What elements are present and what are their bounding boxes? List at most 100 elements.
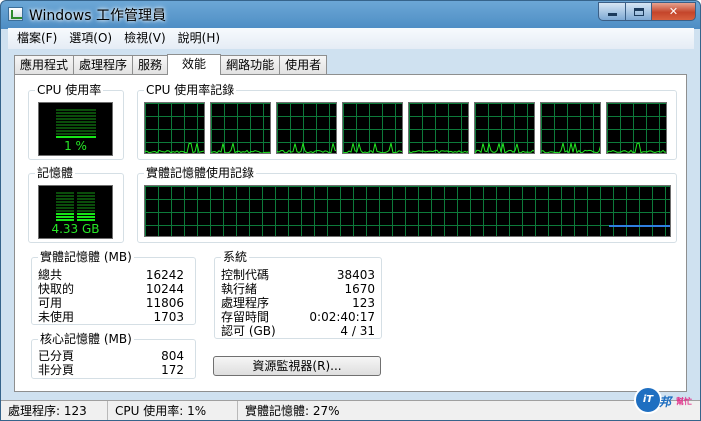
stat-value: 123 (352, 296, 375, 310)
title-bar[interactable]: Windows 工作管理員 ✕ (1, 1, 700, 28)
stat-row-processes: 處理程序 123 (221, 296, 375, 310)
menu-help[interactable]: 說明(H) (172, 29, 226, 48)
cpu-core-line (475, 141, 534, 153)
stat-label: 執行緒 (221, 282, 258, 296)
stat-label: 總共 (38, 268, 63, 282)
cpu-core-history-graph (474, 102, 535, 154)
stat-value: 1703 (153, 310, 184, 324)
maximize-button[interactable] (626, 2, 652, 21)
cpu-core-history-line (541, 142, 600, 153)
cpu-core-history-graph (408, 102, 469, 154)
memory-meter: 4.33 GB (38, 185, 113, 239)
stat-label: 快取的 (38, 282, 75, 296)
stat-label: 可用 (38, 296, 63, 310)
menu-options[interactable]: 選項(O) (63, 29, 118, 48)
cpu-core-line (409, 149, 468, 153)
stat-label: 認可 (GB) (221, 324, 276, 338)
cpu-core-history-line (277, 141, 336, 153)
cpu-core-history-graph (540, 102, 601, 154)
stat-value: 11806 (145, 296, 184, 310)
stat-row-handles: 控制代碼 38403 (221, 268, 375, 282)
tab-processes[interactable]: 處理程序 (73, 55, 134, 74)
memory-group: 記憶體 4.33 GB (28, 166, 124, 243)
tab-applications[interactable]: 應用程式 (14, 55, 75, 74)
cpu-core-history-line (211, 143, 270, 153)
cpu-core-history-line (607, 142, 666, 153)
kernel-memory-title: 核心記憶體 (MB) (38, 332, 134, 346)
minimize-icon (607, 13, 617, 16)
cpu-core-history-graph (210, 102, 271, 154)
memory-title: 記憶體 (35, 166, 76, 180)
cpu-meter-bars (56, 109, 96, 139)
stat-label: 處理程序 (221, 296, 270, 310)
ithome-watermark-logo: iT 邦 幫忙 (634, 384, 696, 414)
watermark-sub: 幫忙 (676, 397, 692, 406)
tab-networking[interactable]: 網路功能 (220, 55, 281, 74)
cpu-core-history-line (409, 149, 468, 153)
memory-history-group: 實體記憶體使用記錄 (137, 166, 677, 243)
cpu-history-group: CPU 使用率記錄 (137, 83, 677, 160)
cpu-usage-title: CPU 使用率 (35, 83, 104, 97)
stat-value: 38403 (336, 268, 375, 282)
stat-value: 804 (161, 349, 184, 363)
cpu-usage-value: 1 % (64, 139, 87, 153)
stat-label: 控制代碼 (221, 268, 270, 282)
stat-label: 存留時間 (221, 310, 270, 324)
stat-label: 未使用 (38, 310, 75, 324)
task-manager-window: Windows 工作管理員 ✕ 檔案(F) 選項(O) 檢視(V) 說明(H) … (0, 0, 701, 421)
memory-value: 4.33 GB (51, 222, 100, 236)
stat-value: 1670 (344, 282, 375, 296)
memory-meter-bars-left (56, 192, 74, 222)
cpu-core-history-graph (144, 102, 205, 154)
status-cpu: CPU 使用率: 1% (108, 400, 238, 420)
menu-view[interactable]: 檢視(V) (118, 29, 172, 48)
status-memory: 實體記憶體: 27% (245, 403, 340, 418)
cpu-usage-group: CPU 使用率 1 % (28, 83, 124, 160)
close-button[interactable]: ✕ (652, 2, 696, 21)
cpu-core-history-graph (276, 102, 337, 154)
system-title: 系統 (221, 250, 250, 264)
stat-value: 4 / 31 (340, 324, 375, 338)
stat-row-total: 總共 16242 (38, 268, 184, 282)
window-title: Windows 工作管理員 (29, 8, 166, 24)
window-controls: ✕ (598, 2, 696, 21)
stat-row-nonpaged: 非分頁 172 (38, 363, 184, 377)
cpu-usage-meter: 1 % (38, 102, 113, 156)
kernel-memory-group: 核心記憶體 (MB) 已分頁 804 非分頁 172 (31, 332, 196, 379)
cpu-history-title: CPU 使用率記錄 (144, 83, 237, 97)
stat-label: 已分頁 (38, 349, 75, 363)
physical-memory-group: 實體記憶體 (MB) 總共 16242 快取的 10244 可用 11806 未… (31, 250, 196, 325)
cpu-core-history-graph (606, 102, 667, 154)
status-bar: 處理程序: 123 CPU 使用率: 1% 實體記憶體: 27% (1, 400, 700, 420)
cpu-core-line (607, 142, 666, 153)
tab-services[interactable]: 服務 (132, 55, 169, 74)
stat-row-paged: 已分頁 804 (38, 349, 184, 363)
cpu-core-line (145, 142, 204, 153)
stat-row-free: 未使用 1703 (38, 310, 184, 324)
cpu-core-line (541, 142, 600, 153)
task-manager-app-icon (8, 7, 23, 21)
memory-meter-fill-right (77, 213, 95, 222)
stat-label: 非分頁 (38, 363, 75, 377)
stat-value: 10244 (145, 282, 184, 296)
cpu-core-history-line (145, 142, 204, 153)
stat-row-commit: 認可 (GB) 4 / 31 (221, 324, 375, 338)
maximize-icon (633, 7, 644, 16)
menu-file[interactable]: 檔案(F) (11, 29, 63, 48)
minimize-button[interactable] (598, 2, 626, 21)
performance-page: CPU 使用率 1 % CPU 使用率記錄 記憶體 4.33 GB 實體記憶體使… (14, 74, 687, 392)
tab-strip: 應用程式 處理程序 服務 效能 網路功能 使用者 (14, 54, 328, 75)
tab-performance[interactable]: 效能 (167, 54, 222, 75)
cpu-core-history-line (343, 141, 402, 153)
status-processes: 處理程序: 123 (1, 400, 108, 420)
menu-bar: 檔案(F) 選項(O) 檢視(V) 說明(H) (8, 28, 694, 49)
cpu-core-history-line (475, 141, 534, 153)
close-icon: ✕ (668, 5, 679, 18)
physical-memory-title: 實體記憶體 (MB) (38, 250, 134, 264)
tab-users[interactable]: 使用者 (279, 55, 328, 74)
stat-row-available: 可用 11806 (38, 296, 184, 310)
cpu-core-line (343, 141, 402, 153)
resource-monitor-button[interactable]: 資源監視器(R)... (213, 356, 381, 376)
stat-value: 172 (161, 363, 184, 377)
memory-history-title: 實體記憶體使用記錄 (144, 166, 257, 180)
